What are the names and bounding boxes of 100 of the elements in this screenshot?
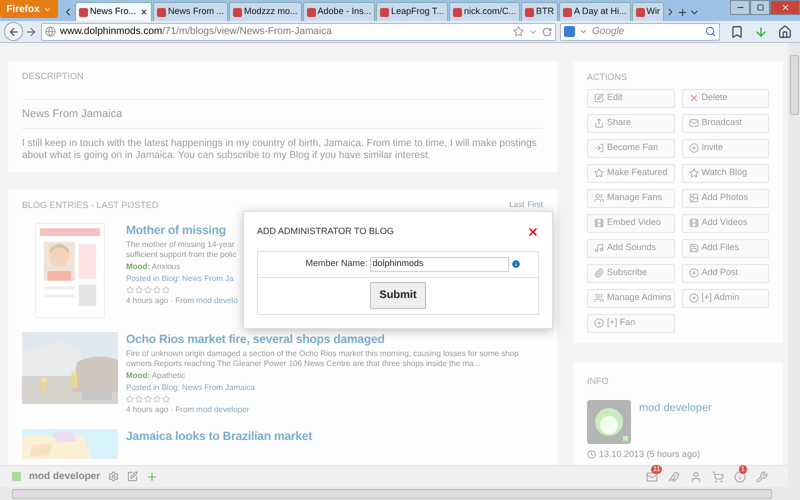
browser-tab[interactable]: News From ...	[153, 2, 228, 21]
tab-title: News Fro...	[90, 5, 136, 18]
bird-icon[interactable]	[668, 470, 680, 482]
horizontal-scrollbar[interactable]	[0, 487, 800, 500]
browser-tab[interactable]: nick.com/C...	[448, 2, 520, 21]
bookmark-star-icon[interactable]	[513, 26, 524, 37]
posted-in-link[interactable]: Posted in Blog: News From Jamaica	[126, 382, 519, 392]
action-button[interactable]: Manage Admins	[587, 288, 674, 308]
submit-button[interactable]: Submit	[370, 282, 426, 309]
action-button[interactable]: Edit	[587, 88, 674, 108]
action-button[interactable]: Make Featured	[587, 164, 674, 182]
section-heading: INFO	[587, 374, 610, 388]
firefox-menu-button[interactable]: Firefox	[0, 0, 58, 18]
browser-tab[interactable]: BTR	[520, 2, 558, 21]
sort-link[interactable]: Last	[509, 200, 524, 209]
add-icon[interactable]	[146, 470, 158, 482]
entry-title-link[interactable]: Jamaica looks to Brazilian market	[126, 428, 312, 444]
action-button[interactable]: Embed Video	[587, 214, 674, 232]
new-tab-icon[interactable]	[677, 7, 688, 18]
star-icon[interactable]	[162, 286, 170, 294]
url-text: www.dolphinmods.com/71/m/blogs/view/News-From-Jamaica	[60, 25, 332, 39]
download-icon[interactable]	[754, 24, 768, 38]
action-button[interactable]: [+] Fan	[587, 314, 674, 332]
user-icon[interactable]	[690, 470, 702, 482]
browser-tab[interactable]: Wir	[632, 2, 664, 21]
action-button[interactable]: Subscribe	[587, 264, 674, 282]
author-link[interactable]: mod developer	[639, 400, 712, 444]
author-link[interactable]: mod developer	[196, 404, 250, 414]
posted-in-link[interactable]: Posted in Blog: News From Ja	[126, 274, 238, 284]
back-icon	[8, 26, 20, 38]
star-icon[interactable]	[126, 286, 134, 294]
envelope-icon	[688, 118, 698, 128]
entry-title-link[interactable]: Ocho Rios market fire, several shops damaged	[126, 332, 519, 346]
star-icon[interactable]	[135, 394, 143, 402]
bookmarks-icon[interactable]	[730, 24, 744, 38]
entry-excerpt: Fire of unknown origin damaged a section of the Ocho Rios market this morning, causing losses for some shop	[126, 348, 519, 358]
star-icon[interactable]	[162, 394, 170, 402]
back-button[interactable]	[4, 22, 23, 41]
status-icon	[12, 472, 21, 481]
action-button[interactable]: Broadcast	[682, 114, 769, 132]
star-icon[interactable]	[144, 394, 152, 402]
maximize-button[interactable]	[750, 0, 770, 15]
wrench-icon[interactable]	[756, 470, 768, 482]
favicon-icon	[636, 8, 644, 16]
cart-icon[interactable]	[712, 470, 724, 482]
action-button[interactable]: Manage Fans	[587, 188, 674, 208]
star-icon[interactable]	[135, 286, 143, 294]
search-icon[interactable]	[705, 26, 716, 37]
dropdown-icon[interactable]	[579, 27, 588, 36]
close-icon[interactable]	[140, 8, 148, 16]
action-button[interactable]: Add Videos	[682, 214, 769, 232]
action-button[interactable]: Delete	[682, 88, 769, 108]
tab-title: BTR	[536, 5, 554, 18]
favicon-icon	[452, 8, 462, 16]
browser-tab[interactable]: A Day at Hi...	[558, 2, 630, 21]
action-button[interactable]: Add Post	[682, 264, 769, 282]
browser-tab[interactable]: Modzzz mo...	[229, 2, 302, 21]
action-button[interactable]: Add Photos	[682, 188, 769, 208]
mail-icon[interactable]	[646, 470, 658, 482]
star-icon[interactable]	[126, 394, 134, 402]
browser-tab[interactable]: LeapFrog T...	[376, 2, 448, 21]
action-button[interactable]: Add Sounds	[587, 238, 674, 258]
action-button[interactable]: Become Fan	[587, 138, 674, 158]
action-button[interactable]: Invite	[682, 138, 769, 158]
avatar-icon	[587, 400, 631, 444]
author-link[interactable]: mod develo	[196, 296, 238, 306]
browser-tab[interactable]: News Fro...	[75, 2, 152, 21]
section-heading: ACTIONS	[587, 71, 628, 84]
sort-link[interactable]: First	[527, 200, 543, 209]
edit-icon[interactable]	[127, 471, 138, 482]
maximize-icon	[756, 4, 764, 11]
film-icon	[594, 218, 604, 228]
scrollbar-thumb[interactable]	[790, 55, 798, 115]
entry-excerpt: The mother of missing 14-year	[126, 240, 236, 250]
action-button[interactable]: Watch Blog	[682, 164, 769, 182]
globe-icon	[45, 26, 56, 37]
star-icon[interactable]	[153, 286, 161, 294]
vertical-scrollbar[interactable]	[788, 43, 800, 487]
user-name[interactable]: mod developer	[29, 469, 100, 484]
reload-icon[interactable]	[542, 26, 552, 36]
favicon-icon	[306, 8, 316, 16]
star-icon[interactable]	[144, 286, 152, 294]
member-name-field[interactable]: dolphinmods	[370, 256, 508, 272]
action-button[interactable]: Add Files	[682, 238, 769, 258]
forward-icon[interactable]	[25, 26, 37, 38]
search-placeholder: Google	[592, 25, 624, 39]
browser-tab[interactable]: Adobe - Ins...	[302, 2, 376, 21]
entry-mood: Mood: Apathetic	[126, 370, 186, 380]
plus-circle-icon	[688, 293, 698, 303]
star-icon[interactable]	[153, 394, 161, 402]
clock-icon	[587, 450, 596, 460]
scrollbar-thumb[interactable]	[12, 488, 772, 498]
settings-icon[interactable]	[108, 471, 120, 482]
action-button[interactable]: Share	[587, 114, 674, 132]
address-field[interactable]: www.dolphinmods.com/71/m/blogs/view/News-From-Jamaica	[41, 22, 556, 40]
entry-title-link[interactable]: Mother of missing	[126, 222, 238, 238]
action-button[interactable]: [+] Admin	[682, 288, 769, 308]
home-icon[interactable]	[778, 24, 792, 38]
search-field[interactable]: Google	[560, 22, 720, 40]
info-icon[interactable]	[734, 470, 746, 482]
